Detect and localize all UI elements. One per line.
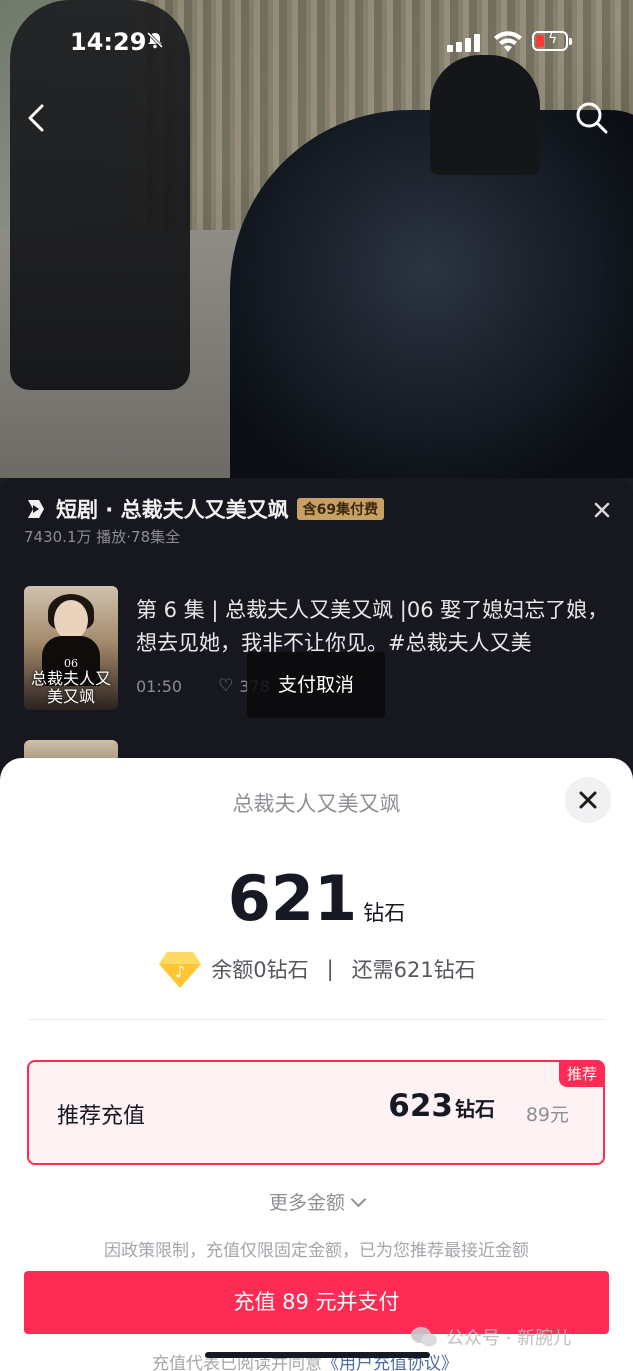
heart-icon: ♡ bbox=[218, 676, 234, 696]
payment-sheet: 总裁夫人又美又飒 621 钻石 ♪ 余额0钻石 | 还需621钻石 推荐 推荐充值… bbox=[0, 758, 633, 1371]
paid-badge: 含69集付费 bbox=[296, 498, 385, 520]
drama-stats: 7430.1万 播放·78集全 bbox=[24, 528, 181, 546]
chevron-down-icon bbox=[350, 1191, 367, 1208]
balance-separator: | bbox=[326, 957, 334, 981]
close-icon bbox=[594, 502, 610, 518]
wechat-icon bbox=[411, 1327, 437, 1347]
wifi-icon bbox=[492, 28, 524, 54]
search-icon bbox=[576, 102, 608, 134]
short-drama-logo-icon bbox=[28, 500, 44, 518]
balance-text: 余额0钻石 bbox=[211, 958, 309, 982]
close-icon bbox=[579, 791, 597, 809]
diamond-icon: ♪ bbox=[159, 952, 202, 988]
sheet-close-button[interactable] bbox=[565, 777, 611, 823]
drama-header: 短剧 · 总裁夫人又美又飒 含69集付费 bbox=[24, 494, 385, 524]
panel-close-button[interactable] bbox=[588, 496, 616, 524]
toast-message: 支付取消 bbox=[247, 652, 385, 718]
divider bbox=[28, 1019, 605, 1020]
drama-panel: 短剧 · 总裁夫人又美又飒 含69集付费 7430.1万 播放·78集全 06 总… bbox=[0, 478, 633, 780]
sheet-title: 总裁夫人又美又飒 bbox=[232, 792, 401, 816]
status-time: 14:29 bbox=[70, 28, 147, 56]
recommend-amount: 623 钻石 bbox=[388, 1088, 495, 1124]
thumb-caption: 总裁夫人又美又飒 bbox=[30, 669, 111, 706]
back-button[interactable] bbox=[20, 100, 52, 136]
policy-notice: 因政策限制，充值仅限固定金额，已为您推荐最接近金额 bbox=[104, 1241, 529, 1261]
battery-icon: ϟ bbox=[532, 31, 572, 51]
watermark: 公众号 · 新腕儿 bbox=[410, 1324, 571, 1350]
more-amounts-button[interactable]: 更多金额 bbox=[0, 1188, 633, 1215]
price-amount: 621 bbox=[227, 862, 358, 935]
recommend-tag: 推荐 bbox=[558, 1060, 605, 1087]
episode-title: 第 6 集 | 总裁夫人又美又飒 |06 娶了媳妇忘了娘，想去见她，我非不让你见… bbox=[136, 598, 609, 655]
recommend-price: 89元 bbox=[525, 1104, 569, 1126]
price-display: 621 钻石 bbox=[0, 862, 633, 935]
episode-thumbnail: 06 总裁夫人又美又飒 bbox=[24, 586, 118, 710]
recommend-label: 推荐充值 bbox=[57, 1104, 146, 1129]
status-bar: 14:29 ϟ bbox=[0, 0, 633, 88]
bell-slash-icon bbox=[146, 31, 164, 54]
price-unit: 钻石 bbox=[363, 901, 406, 925]
more-amounts-label: 更多金额 bbox=[268, 1192, 345, 1214]
svg-text:♪: ♪ bbox=[175, 962, 185, 981]
recommend-recharge-option[interactable]: 推荐 推荐充值 623 钻石 89元 bbox=[27, 1060, 605, 1165]
home-indicator bbox=[205, 1352, 430, 1358]
episode-duration: 01:50 bbox=[136, 676, 183, 696]
drama-title[interactable]: 短剧 · 总裁夫人又美又飒 bbox=[56, 494, 289, 524]
balance-row: ♪ 余额0钻石 | 还需621钻石 bbox=[0, 948, 633, 990]
search-button[interactable] bbox=[572, 98, 612, 138]
signal-icon bbox=[447, 34, 481, 52]
chevron-left-icon bbox=[28, 104, 44, 132]
needed-text: 还需621钻石 bbox=[351, 958, 476, 982]
